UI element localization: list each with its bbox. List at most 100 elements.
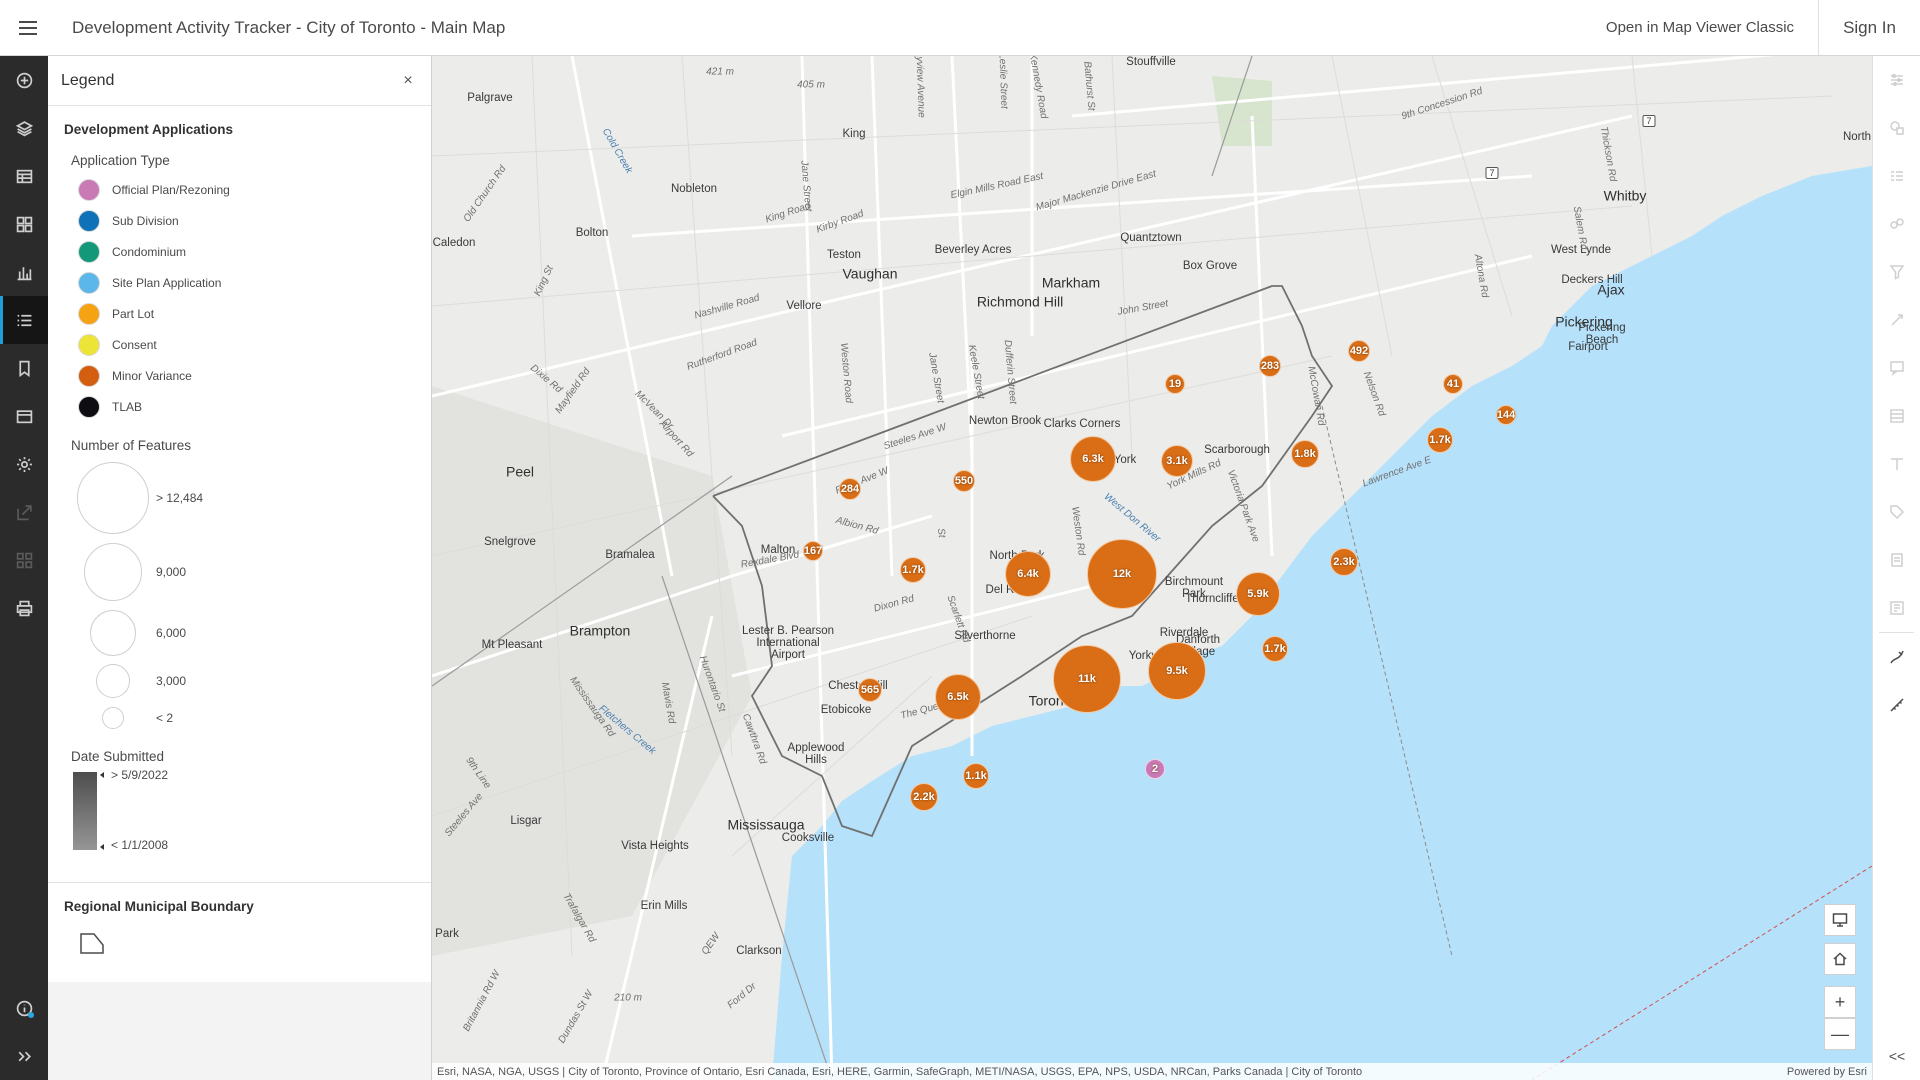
cluster-marker[interactable]: 3.1k (1161, 445, 1193, 477)
cluster-marker[interactable]: 2.3k (1330, 548, 1358, 576)
cluster-marker[interactable]: 6.4k (1005, 551, 1051, 597)
place-label: Mississauga (727, 816, 805, 833)
cluster-marker[interactable]: 5.9k (1236, 572, 1280, 616)
forms-button[interactable] (1873, 536, 1920, 584)
cluster-marker[interactable]: 167 (803, 541, 823, 561)
cluster-marker[interactable]: 283 (1259, 355, 1281, 377)
tables-button[interactable] (0, 152, 48, 200)
circle-symbol-icon (78, 240, 100, 263)
labels-button[interactable] (1873, 440, 1920, 488)
layers-button[interactable] (0, 104, 48, 152)
application-type-label: Official Plan/Rezoning (112, 182, 230, 197)
place-label: Peel (505, 463, 535, 480)
cluster-marker[interactable]: 2.2k (910, 783, 938, 811)
styles-icon (1890, 121, 1904, 135)
place-label: Bolton (575, 226, 609, 239)
cluster-marker[interactable]: 1.8k (1291, 440, 1319, 468)
place-label: Richmond Hill (976, 293, 1064, 310)
add-layer-button[interactable] (0, 56, 48, 104)
place-label: Scarborough (1204, 443, 1270, 456)
zoom-out-button[interactable]: — (1824, 1018, 1856, 1050)
chevron-double-right-icon (18, 1051, 31, 1061)
zoom-in-button[interactable]: + (1824, 986, 1856, 1018)
cluster-marker[interactable]: 6.5k (935, 674, 981, 720)
cluster-marker[interactable]: 550 (953, 470, 975, 492)
cluster-marker[interactable]: 1.7k (1262, 636, 1288, 662)
cluster-marker[interactable]: 19 (1165, 374, 1185, 394)
cluster-marker[interactable]: 1.7k (1427, 427, 1453, 453)
filter-list-button[interactable] (1873, 152, 1920, 200)
place-label: Cooksville (781, 831, 835, 844)
cluster-marker[interactable]: 144 (1496, 405, 1516, 425)
size-circle (84, 543, 142, 601)
measure-button[interactable] (1873, 681, 1920, 729)
filter-button[interactable] (1873, 248, 1920, 296)
application-type-item: Consent (48, 329, 431, 360)
cluster-marker[interactable]: 6.3k (1070, 436, 1116, 482)
size-circle (102, 707, 124, 729)
circle-symbol-icon (78, 209, 100, 232)
place-label: Lester B. Pearson International Airport (741, 624, 835, 662)
map-view[interactable]: Palgrave King Nobleton Bolton Caledon Teston V… (432, 56, 1872, 1080)
ramp-tick (100, 844, 104, 850)
cluster-marker[interactable]: 1.1k (963, 763, 989, 789)
cluster-marker[interactable]: 1.7k (900, 557, 926, 583)
effects-button[interactable] (1873, 296, 1920, 344)
tags-button[interactable] (1873, 488, 1920, 536)
bookmarks-button[interactable] (0, 344, 48, 392)
circle-symbol-icon (78, 364, 100, 387)
cluster-marker[interactable]: 565 (858, 678, 882, 702)
legend-list-icon (17, 314, 31, 326)
place-label: Newton Brook (968, 414, 1042, 427)
basemap-grid-icon (16, 216, 32, 232)
charts-button[interactable] (0, 248, 48, 296)
print-button[interactable] (0, 584, 48, 632)
configure-button[interactable] (1873, 584, 1920, 632)
menu-button[interactable] (0, 0, 56, 56)
about-button[interactable] (0, 984, 48, 1032)
properties-tool-button[interactable] (1873, 56, 1920, 104)
expand-toolbar-button[interactable] (0, 1032, 48, 1080)
circle-symbol-icon (78, 302, 100, 325)
fields-icon (1890, 409, 1904, 423)
open-map-viewer-classic-link[interactable]: Open in Map Viewer Classic (1582, 19, 1818, 36)
create-app-button[interactable] (0, 536, 48, 584)
cluster-marker[interactable]: 12k (1087, 539, 1157, 609)
place-label: Vellore (786, 299, 822, 312)
place-label: Palgrave (467, 91, 513, 104)
styles-button[interactable] (1873, 104, 1920, 152)
settings-button[interactable] (0, 440, 48, 488)
powered-by-esri[interactable]: Powered by Esri (1787, 1066, 1867, 1078)
cluster-marker[interactable]: 284 (839, 478, 861, 500)
bar-chart-icon (17, 266, 31, 280)
configure-icon (1890, 601, 1904, 615)
fullscreen-button[interactable] (1824, 904, 1856, 936)
cluster-marker[interactable]: 492 (1348, 340, 1370, 362)
road-label: Bayview Avenue (913, 56, 927, 118)
cluster-marker[interactable]: 2 (1145, 759, 1165, 779)
home-button[interactable] (1824, 943, 1856, 975)
application-type-title: Application Type (71, 153, 170, 168)
size-row-min: < 2 (48, 703, 431, 733)
properties-button[interactable] (0, 392, 48, 440)
close-icon[interactable]: × (398, 72, 418, 90)
cluster-button[interactable] (1873, 200, 1920, 248)
attribution-text: Esri, NASA, NGA, USGS | City of Toronto,… (437, 1065, 1363, 1078)
place-label: Lisgar (510, 814, 542, 827)
legend-button[interactable] (0, 296, 48, 344)
pop-ups-button[interactable] (1873, 344, 1920, 392)
date-submitted-title: Date Submitted (71, 749, 165, 764)
collapse-right-toolbar-button[interactable]: << (1873, 1038, 1920, 1074)
sketch-button[interactable] (1873, 633, 1920, 681)
application-type-item: Official Plan/Rezoning (48, 174, 431, 205)
cluster-marker[interactable]: 9.5k (1148, 642, 1206, 700)
fields-button[interactable] (1873, 392, 1920, 440)
popup-icon (1890, 361, 1904, 376)
gear-icon (16, 456, 32, 472)
sign-in-button[interactable]: Sign In (1818, 0, 1920, 55)
share-button[interactable] (0, 488, 48, 536)
basemap-button[interactable] (0, 200, 48, 248)
cluster-marker[interactable]: 41 (1443, 374, 1463, 394)
folder-icon (16, 409, 32, 423)
cluster-marker[interactable]: 11k (1053, 645, 1121, 713)
